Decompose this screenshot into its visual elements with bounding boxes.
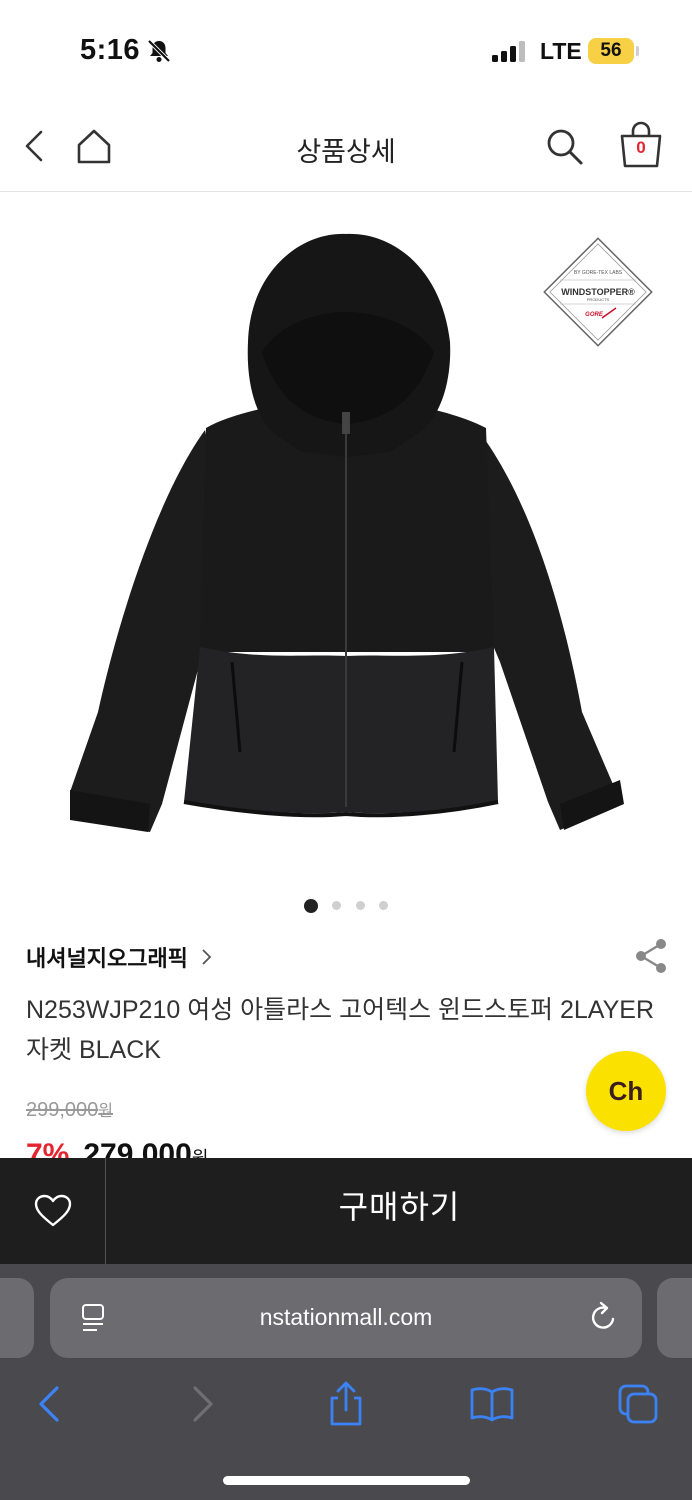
carousel-dot-3[interactable] xyxy=(355,901,365,911)
back-icon[interactable] xyxy=(27,1380,75,1428)
battery-indicator: 56 xyxy=(588,38,634,64)
carousel-dot-2[interactable] xyxy=(332,901,342,911)
svg-text:PRODUCTS: PRODUCTS xyxy=(587,297,610,302)
next-tab-peek[interactable] xyxy=(657,1278,692,1358)
purchase-bar: 구매하기 xyxy=(0,1158,692,1264)
bell-off-icon xyxy=(147,39,171,63)
original-price-value: 299,000 xyxy=(26,1099,99,1121)
status-bar: 5:16 LTE 56 xyxy=(0,0,692,100)
svg-text:WINDSTOPPER®: WINDSTOPPER® xyxy=(561,287,635,297)
share-sheet-icon[interactable] xyxy=(322,1380,370,1428)
heart-icon xyxy=(34,1194,71,1227)
url-text: nstationmall.com xyxy=(259,1304,433,1330)
status-time: 5:16 xyxy=(80,34,141,66)
carousel-dots xyxy=(0,897,692,913)
brand-link[interactable]: 내셔널지오그래픽 xyxy=(26,940,212,974)
battery-tip xyxy=(636,46,639,56)
carousel-dot-4[interactable] xyxy=(379,901,389,911)
carrier-label: LTE xyxy=(540,38,582,64)
chat-button-label: Ch xyxy=(608,1075,644,1106)
page-title: 상품상세 xyxy=(296,137,396,167)
product-image[interactable]: BY GORE-TEX LABS WINDSTOPPER® PRODUCTS G… xyxy=(0,192,692,882)
browser-toolbar: nstationmall.com xyxy=(0,1264,692,1500)
forward-icon[interactable] xyxy=(177,1380,225,1428)
svg-text:GORE: GORE xyxy=(585,312,604,318)
app-header: 상품상세 0 xyxy=(0,100,692,192)
chevron-right-icon xyxy=(202,949,212,965)
sale-price-value: 279,000 xyxy=(83,1138,192,1160)
windstopper-badge: BY GORE-TEX LABS WINDSTOPPER® PRODUCTS G… xyxy=(543,237,653,347)
previous-tab-peek[interactable] xyxy=(0,1278,34,1358)
cart-count-badge: 0 xyxy=(636,138,646,157)
cart-button[interactable]: 0 xyxy=(616,120,666,172)
svg-text:BY GORE-TEX LABS: BY GORE-TEX LABS xyxy=(574,270,623,276)
original-price-unit: 원 xyxy=(98,1103,114,1120)
original-price: 299,000원 xyxy=(26,1097,113,1122)
brand-name: 내셔널지오그래픽 xyxy=(26,946,188,971)
discount-rate: 7% xyxy=(26,1138,70,1160)
bookmarks-icon[interactable] xyxy=(468,1380,516,1428)
tabs-icon[interactable] xyxy=(614,1380,662,1428)
buy-button[interactable]: 구매하기 xyxy=(107,1158,692,1264)
search-icon[interactable] xyxy=(540,122,588,170)
address-bar[interactable]: nstationmall.com xyxy=(50,1278,642,1358)
signal-icon xyxy=(492,40,528,62)
sale-price: 279,000원 xyxy=(83,1138,208,1160)
reload-icon[interactable] xyxy=(588,1300,620,1334)
carousel-dot-1[interactable] xyxy=(303,898,318,913)
price-row: 7% 279,000원 xyxy=(26,1138,208,1160)
share-icon[interactable] xyxy=(632,936,670,976)
kakao-chat-button[interactable]: Ch xyxy=(586,1051,666,1131)
wishlist-button[interactable] xyxy=(0,1158,106,1264)
home-indicator xyxy=(223,1476,470,1485)
product-name: N253WJP210 여성 아틀라스 고어텍스 윈드스토퍼 2LAYER 자켓 … xyxy=(26,996,655,1064)
